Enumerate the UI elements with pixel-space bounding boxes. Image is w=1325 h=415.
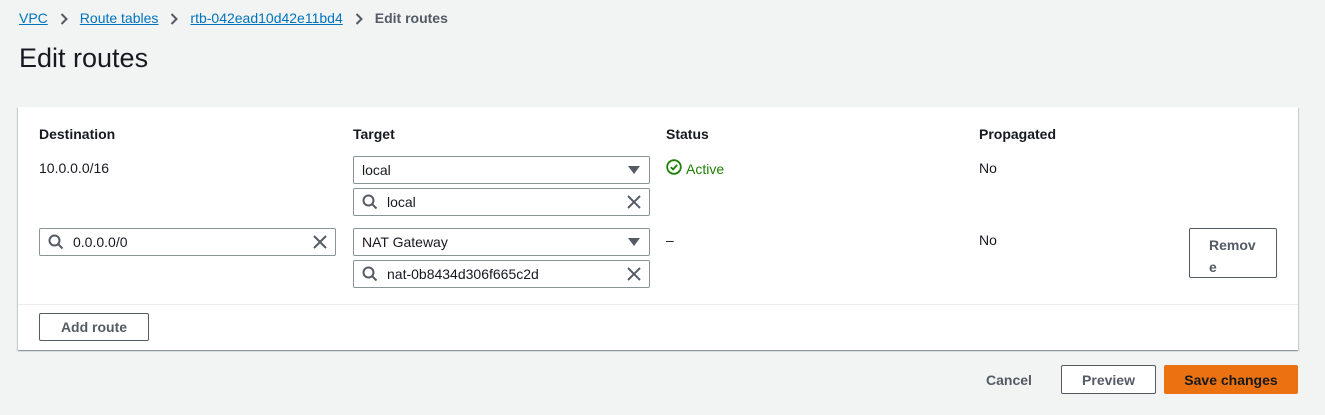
destination-value: 10.0.0.0/16 [39, 160, 110, 176]
target-value-search[interactable]: nat-0b8434d306f665c2d [353, 260, 650, 288]
search-icon [362, 266, 380, 282]
destination-input-value: 0.0.0.0/0 [73, 234, 128, 250]
breadcrumb-link-vpc[interactable]: VPC [19, 10, 48, 26]
propagated-value: No [979, 232, 997, 248]
save-changes-button[interactable]: Save changes [1164, 365, 1298, 394]
destination-search-input[interactable]: 0.0.0.0/0 [39, 228, 336, 256]
add-route-button[interactable]: Add route [39, 313, 149, 341]
search-icon [362, 194, 380, 210]
chevron-right-icon [48, 10, 80, 26]
caret-down-icon [619, 238, 649, 246]
divider [18, 304, 1298, 305]
breadcrumb: VPC Route tables rtb-042ead10d42e11bd4 E… [19, 10, 448, 26]
close-icon[interactable] [305, 235, 335, 249]
remove-route-button[interactable]: Remove [1189, 228, 1277, 278]
preview-button[interactable]: Preview [1061, 365, 1156, 394]
column-header-status: Status [666, 126, 709, 142]
status-badge: Active [666, 159, 724, 178]
target-value-search[interactable]: local [353, 188, 650, 216]
target-type-select[interactable]: NAT Gateway [353, 228, 650, 256]
routes-panel: Destination Target Status Propagated 10.… [18, 107, 1298, 350]
check-circle-icon [666, 159, 682, 178]
breadcrumb-link-route-tables[interactable]: Route tables [80, 10, 159, 26]
target-type-select[interactable]: local [353, 156, 650, 184]
cancel-button[interactable]: Cancel [976, 365, 1042, 394]
column-header-destination: Destination [39, 126, 116, 142]
close-icon[interactable] [619, 267, 649, 281]
target-type-value: local [362, 162, 391, 178]
propagated-value: No [979, 160, 997, 176]
column-header-target: Target [353, 126, 395, 142]
target-value-text: local [387, 194, 416, 210]
close-icon[interactable] [619, 195, 649, 209]
breadcrumb-link-route-table-id[interactable]: rtb-042ead10d42e11bd4 [190, 10, 342, 26]
target-type-value: NAT Gateway [362, 234, 448, 250]
target-value-text: nat-0b8434d306f665c2d [387, 266, 539, 282]
search-icon [48, 234, 66, 250]
caret-down-icon [619, 166, 649, 174]
column-header-propagated: Propagated [979, 126, 1057, 142]
breadcrumb-current: Edit routes [374, 10, 448, 26]
page-title: Edit routes [19, 43, 149, 73]
chevron-right-icon [343, 10, 375, 26]
status-text: Active [686, 160, 725, 177]
status-value: – [666, 232, 674, 248]
chevron-right-icon [158, 10, 190, 26]
